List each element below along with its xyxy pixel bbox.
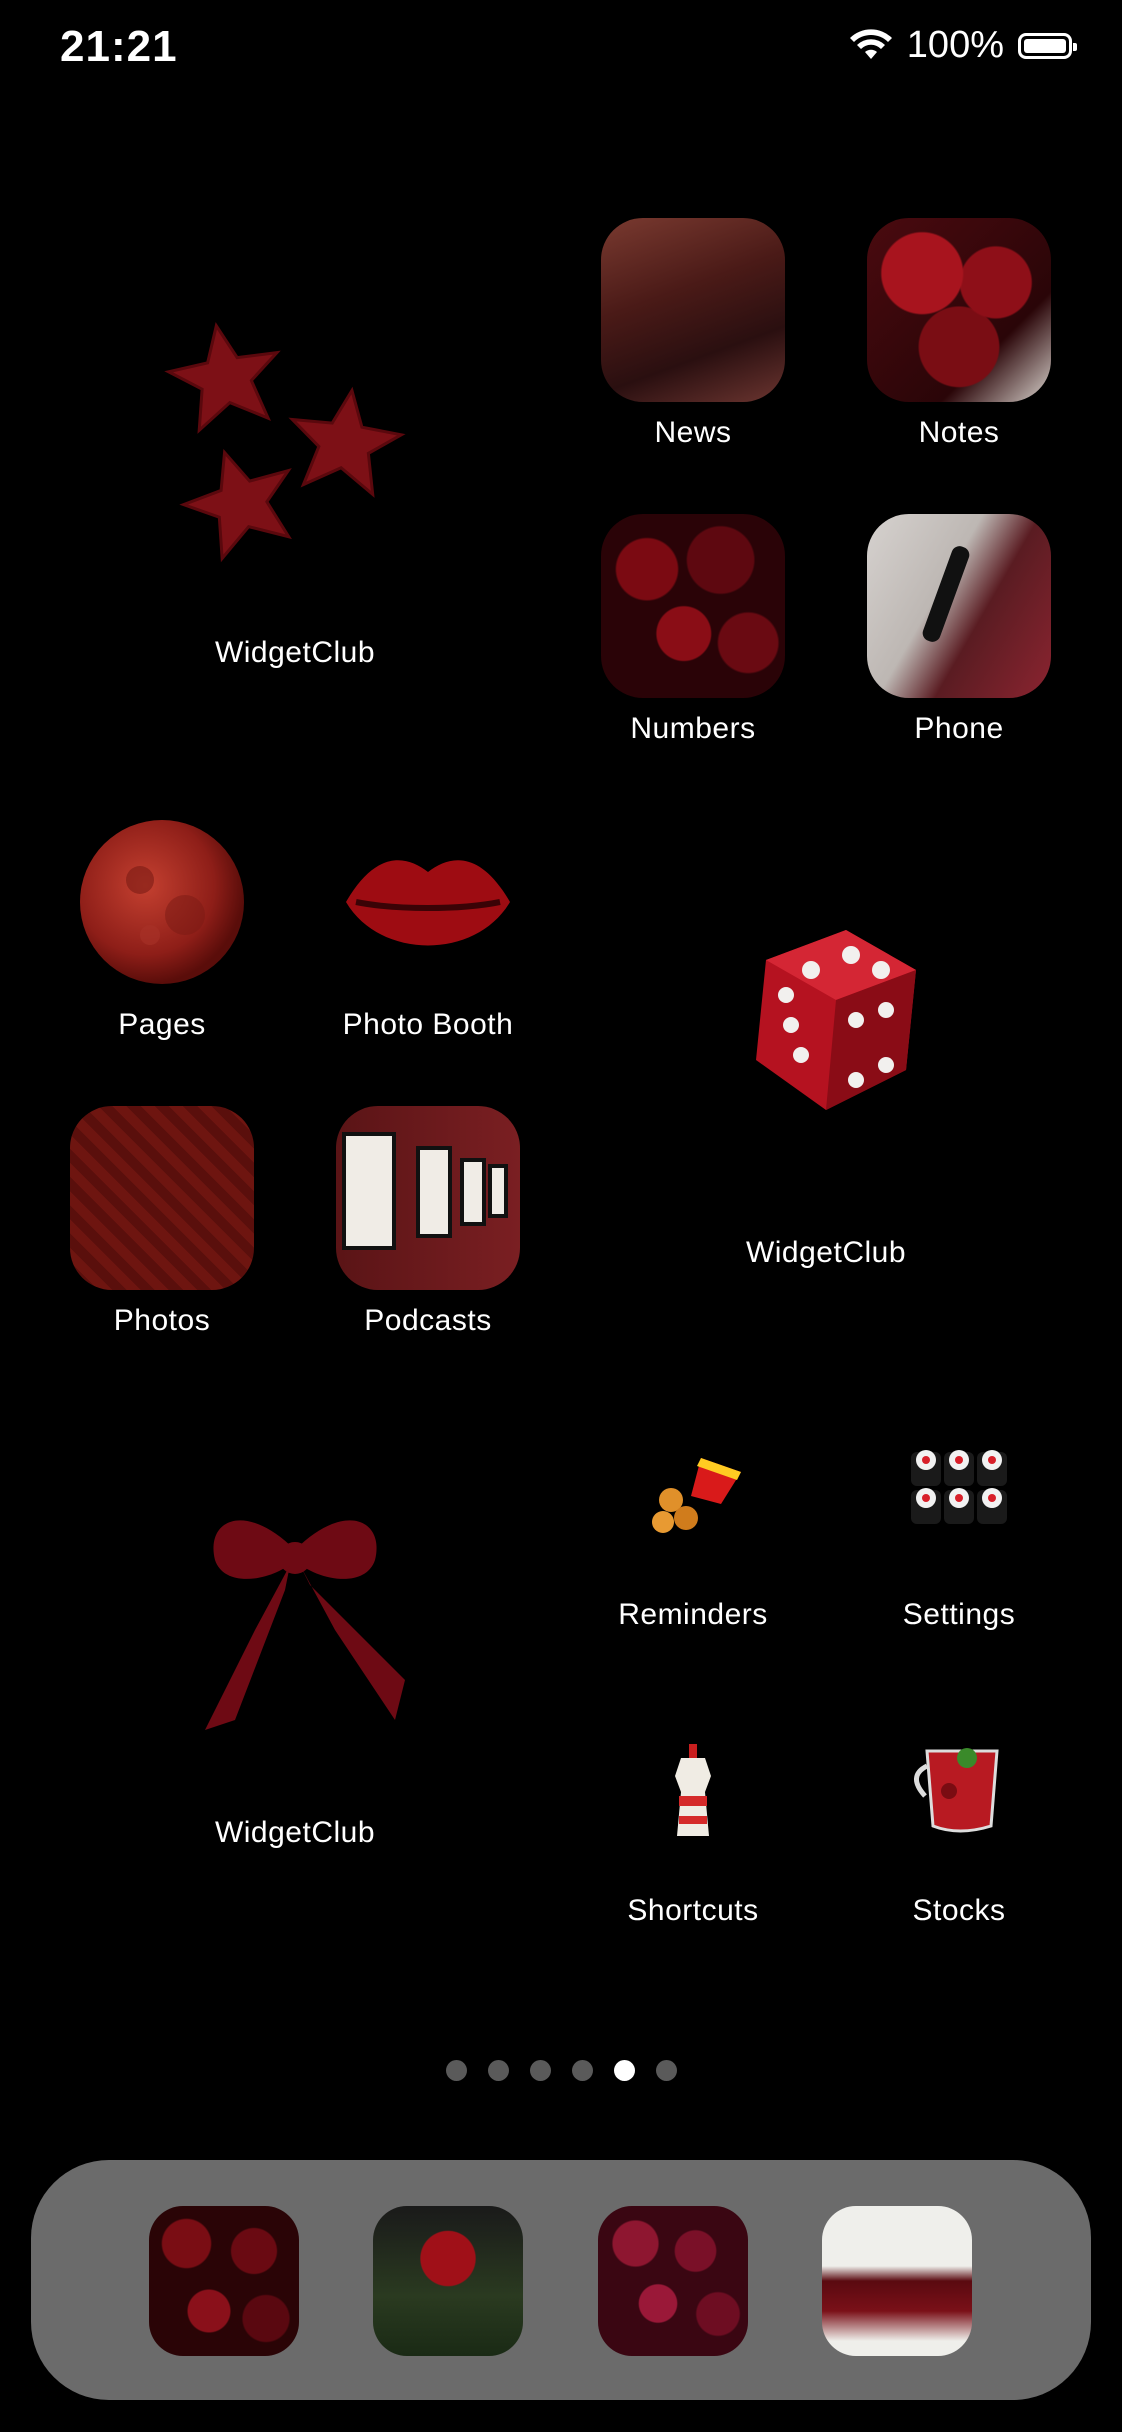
app-reminders[interactable]: Reminders [578, 1400, 808, 1632]
app-settings[interactable]: Settings [844, 1400, 1074, 1632]
widget-label: WidgetClub [214, 1816, 376, 1849]
app-podcasts[interactable]: Podcasts [313, 1106, 543, 1338]
widget-dice[interactable]: WidgetClub [616, 900, 1036, 1270]
app-label: Stocks [912, 1894, 1006, 1927]
status-indicators: 100% [849, 24, 1077, 67]
app-shortcuts[interactable]: Shortcuts [578, 1696, 808, 1928]
app-stocks[interactable]: Stocks [844, 1696, 1074, 1928]
app-news[interactable]: News [578, 218, 808, 450]
phone-icon [867, 514, 1051, 698]
page-dot[interactable] [529, 2060, 551, 2081]
page-indicator[interactable] [0, 2060, 1122, 2081]
tea-cup-icon [867, 1696, 1051, 1880]
app-pages[interactable]: Pages [47, 810, 277, 1042]
wifi-icon [849, 28, 892, 59]
photos-icon [70, 1106, 254, 1290]
app-label: Pages [118, 1008, 206, 1041]
app-label: Podcasts [364, 1304, 492, 1337]
app-photos[interactable]: Photos [47, 1106, 277, 1338]
app-label: Photos [113, 1304, 211, 1337]
podcasts-icon [336, 1106, 520, 1290]
red-bow-image [85, 1480, 505, 1780]
app-notes[interactable]: Notes [844, 218, 1074, 450]
app-label: Photo Booth [342, 1008, 514, 1041]
nuggets-icon [601, 1400, 785, 1584]
page-dot[interactable] [571, 2060, 593, 2081]
battery-icon [1018, 32, 1077, 59]
widget-label: WidgetClub [745, 1236, 907, 1269]
app-phone[interactable]: Phone [844, 514, 1074, 746]
dock-app-chocolate-hearts[interactable] [149, 2206, 299, 2356]
app-label: Notes [918, 416, 1000, 449]
dock [31, 2160, 1091, 2400]
page-dot[interactable] [445, 2060, 467, 2081]
red-dice-image [616, 900, 1036, 1200]
page-dot[interactable] [487, 2060, 509, 2081]
red-stars-image [85, 300, 505, 600]
app-photo-booth[interactable]: Photo Booth [313, 810, 543, 1042]
sushi-icon [867, 1400, 1051, 1584]
app-numbers[interactable]: Numbers [578, 514, 808, 746]
widget-label: WidgetClub [214, 636, 376, 669]
dock-app-red-rose[interactable] [373, 2206, 523, 2356]
app-label: Settings [902, 1598, 1016, 1631]
app-label: Reminders [618, 1598, 768, 1631]
status-time: 21:21 [60, 22, 178, 71]
dock-app-raspberries[interactable] [598, 2206, 748, 2356]
app-label: Shortcuts [627, 1894, 759, 1927]
page-dot[interactable] [613, 2060, 635, 2081]
widget-stars[interactable]: WidgetClub [85, 300, 505, 670]
lips-icon [336, 810, 520, 994]
widget-bow[interactable]: WidgetClub [85, 1480, 505, 1850]
app-label: Phone [914, 712, 1004, 745]
dock-app-spilled-wine[interactable] [822, 2206, 972, 2356]
page-dot[interactable] [655, 2060, 677, 2081]
news-icon [601, 218, 785, 402]
app-label: Numbers [630, 712, 756, 745]
yakult-bottle-icon [601, 1696, 785, 1880]
notes-icon [867, 218, 1051, 402]
battery-percent: 100% [906, 24, 1004, 66]
numbers-icon [601, 514, 785, 698]
moon-icon [70, 810, 254, 994]
app-label: News [654, 416, 732, 449]
